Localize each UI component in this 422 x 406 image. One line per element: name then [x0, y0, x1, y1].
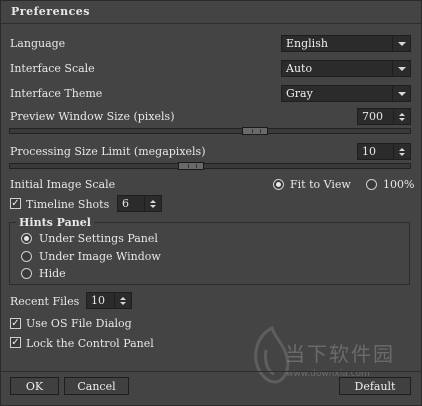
watermark-text: 当下软件园	[285, 342, 395, 366]
hide-label[interactable]: Hide	[39, 267, 66, 280]
processing-limit-spinbox[interactable]: 10	[357, 143, 411, 160]
preview-size-value: 700	[362, 110, 383, 123]
language-value: English	[286, 37, 328, 50]
os-dialog-checkbox[interactable]: ✓	[10, 318, 21, 329]
lock-panel-checkbox[interactable]: ✓	[10, 337, 21, 348]
chevron-down-icon	[392, 61, 410, 76]
hide-radio[interactable]	[21, 268, 32, 279]
language-label: Language	[10, 37, 66, 50]
chevron-down-icon	[392, 86, 410, 101]
timeline-shots-spinbox[interactable]: 6	[117, 195, 162, 212]
initial-scale-label: Initial Image Scale	[10, 178, 116, 191]
scale-100-label[interactable]: 100%	[383, 178, 414, 191]
hints-panel-title: Hints Panel	[16, 216, 94, 229]
interface-theme-value: Gray	[286, 87, 313, 100]
chevron-down-icon	[392, 36, 410, 51]
interface-scale-label: Interface Scale	[10, 62, 95, 75]
under-settings-label[interactable]: Under Settings Panel	[39, 232, 158, 245]
interface-theme-label: Interface Theme	[10, 87, 103, 100]
recent-files-value: 10	[91, 294, 105, 307]
timeline-shots-label[interactable]: Timeline Shots	[26, 198, 109, 211]
under-image-label[interactable]: Under Image Window	[39, 250, 161, 263]
processing-limit-value: 10	[362, 145, 376, 158]
recent-files-label: Recent Files	[10, 295, 80, 308]
cancel-button[interactable]: Cancel	[64, 377, 129, 395]
interface-theme-select[interactable]: Gray	[281, 85, 411, 102]
preview-size-label: Preview Window Size (pixels)	[10, 110, 175, 123]
processing-limit-slider[interactable]	[9, 162, 411, 170]
recent-files-spinbox[interactable]: 10	[86, 292, 132, 309]
interface-scale-select[interactable]: Auto	[281, 60, 411, 77]
spin-arrows-icon[interactable]	[393, 144, 410, 159]
under-image-radio[interactable]	[21, 251, 32, 262]
checkmark-icon: ✓	[11, 197, 20, 209]
fit-to-view-label[interactable]: Fit to View	[290, 178, 351, 191]
preview-size-spinbox[interactable]: 700	[357, 108, 411, 125]
interface-scale-value: Auto	[286, 62, 313, 75]
button-bar-divider	[1, 371, 421, 372]
spin-arrows-icon[interactable]	[393, 109, 410, 124]
spin-arrows-icon[interactable]	[144, 196, 161, 211]
window-title: Preferences	[11, 5, 90, 18]
slider-thumb[interactable]	[178, 162, 204, 170]
default-button[interactable]: Default	[339, 377, 411, 395]
slider-thumb[interactable]	[242, 127, 268, 135]
language-select[interactable]: English	[281, 35, 411, 52]
checkmark-icon: ✓	[11, 336, 20, 348]
scale-100-radio[interactable]	[366, 179, 377, 190]
fit-to-view-radio[interactable]	[273, 179, 284, 190]
spin-arrows-icon[interactable]	[114, 293, 131, 308]
lock-panel-label[interactable]: Lock the Control Panel	[26, 337, 154, 350]
processing-limit-label: Processing Size Limit (megapixels)	[10, 145, 206, 158]
os-dialog-label[interactable]: Use OS File Dialog	[26, 317, 132, 330]
ok-button[interactable]: OK	[10, 377, 59, 395]
preview-size-slider[interactable]	[9, 127, 411, 135]
timeline-shots-checkbox[interactable]: ✓	[10, 198, 21, 209]
checkmark-icon: ✓	[11, 317, 20, 329]
timeline-shots-value: 6	[122, 197, 129, 210]
under-settings-radio[interactable]	[21, 233, 32, 244]
